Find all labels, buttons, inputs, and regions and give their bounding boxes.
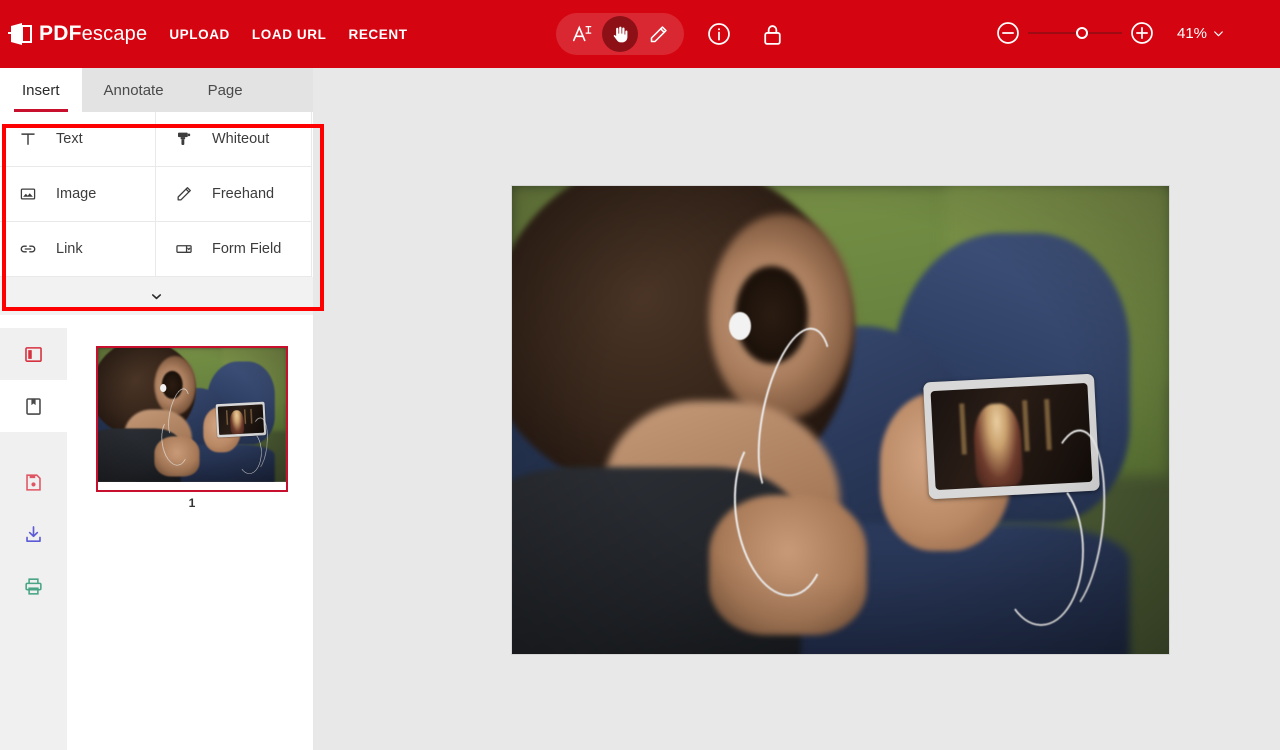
rail-bookmarks-button[interactable]	[0, 380, 67, 432]
tab-insert[interactable]: Insert	[0, 68, 82, 112]
insert-link-button[interactable]: Link	[0, 222, 156, 277]
document-photo	[512, 186, 1169, 654]
top-toolbar: PDFescape UPLOAD LOAD URL RECENT 41%	[0, 0, 1280, 68]
tab-annotate-label: Annotate	[103, 81, 164, 99]
zoom-out-button[interactable]	[995, 20, 1021, 46]
page-thumbnail-number: 1	[188, 496, 196, 510]
zoom-level-dropdown[interactable]: 41%	[1177, 25, 1225, 42]
rail-print-button[interactable]	[0, 560, 67, 612]
chevron-down-icon	[151, 293, 162, 299]
brand-logo[interactable]: PDFescape	[8, 0, 147, 68]
insert-form-field-button[interactable]: Form Field	[156, 222, 312, 277]
hand-tool-button[interactable]	[602, 16, 638, 52]
whiteout-icon	[174, 129, 194, 149]
tab-annotate[interactable]: Annotate	[82, 68, 186, 112]
sidebar-icon-rail	[0, 328, 67, 750]
rail-save-button[interactable]	[0, 456, 67, 508]
top-nav: UPLOAD LOAD URL RECENT	[169, 27, 407, 42]
zoom-controls: 41%	[995, 20, 1225, 46]
image-icon	[18, 184, 38, 204]
pencil-tool-button[interactable]	[640, 16, 676, 52]
insert-freehand-label: Freehand	[212, 186, 275, 202]
document-page[interactable]	[512, 186, 1169, 654]
download-icon	[26, 525, 41, 542]
freehand-icon	[174, 184, 194, 204]
text-icon	[18, 129, 38, 149]
tab-page[interactable]: Page	[186, 68, 265, 112]
sidebar-tabs: Insert Annotate Page	[0, 68, 313, 112]
zoom-in-button[interactable]	[1129, 20, 1155, 46]
page-thumbnails-icon	[25, 346, 42, 362]
tool-mode-group	[556, 13, 684, 55]
page-thumbnail-pane: 1	[67, 328, 313, 750]
chevron-down-icon	[1214, 30, 1223, 36]
insert-image-button[interactable]: Image	[0, 167, 156, 222]
info-icon[interactable]	[705, 20, 733, 48]
nav-recent[interactable]: RECENT	[348, 27, 407, 42]
bookmarks-icon	[26, 397, 41, 415]
link-icon	[18, 239, 38, 259]
insert-text-label: Text	[56, 131, 83, 147]
insert-freehand-button[interactable]: Freehand	[156, 167, 312, 222]
insert-link-label: Link	[56, 241, 83, 257]
page-thumbnail-1[interactable]	[96, 346, 288, 492]
pdfescape-logo-icon	[8, 22, 34, 46]
insert-text-button[interactable]: Text	[0, 112, 156, 167]
form-field-icon	[174, 239, 194, 259]
nav-upload[interactable]: UPLOAD	[169, 27, 230, 42]
document-canvas[interactable]	[313, 68, 1280, 750]
insert-panel-collapse-button[interactable]	[0, 277, 313, 315]
pdfescape-app: PDFescape UPLOAD LOAD URL RECENT 41% Ins…	[0, 0, 1280, 750]
nav-load-url[interactable]: LOAD URL	[252, 27, 327, 42]
tab-insert-label: Insert	[22, 81, 60, 99]
brand-name: PDFescape	[39, 22, 148, 45]
rail-page-thumbnails-button[interactable]	[0, 328, 67, 380]
zoom-slider[interactable]	[1028, 27, 1122, 39]
thumbnail-photo	[98, 348, 286, 482]
rail-download-button[interactable]	[0, 508, 67, 560]
insert-image-label: Image	[56, 186, 97, 202]
insert-whiteout-label: Whiteout	[212, 131, 270, 147]
lock-icon[interactable]	[758, 20, 786, 48]
print-icon	[25, 577, 42, 595]
save-icon	[26, 473, 41, 491]
insert-tool-panel: Text Whiteout Image Freehand Link Form F…	[0, 112, 313, 316]
tab-page-label: Page	[207, 81, 243, 99]
zoom-slider-handle[interactable]	[1076, 27, 1088, 39]
text-select-tool-button[interactable]	[564, 16, 600, 52]
insert-whiteout-button[interactable]: Whiteout	[156, 112, 312, 167]
insert-form-field-label: Form Field	[212, 241, 282, 257]
zoom-level-value: 41%	[1177, 24, 1208, 42]
